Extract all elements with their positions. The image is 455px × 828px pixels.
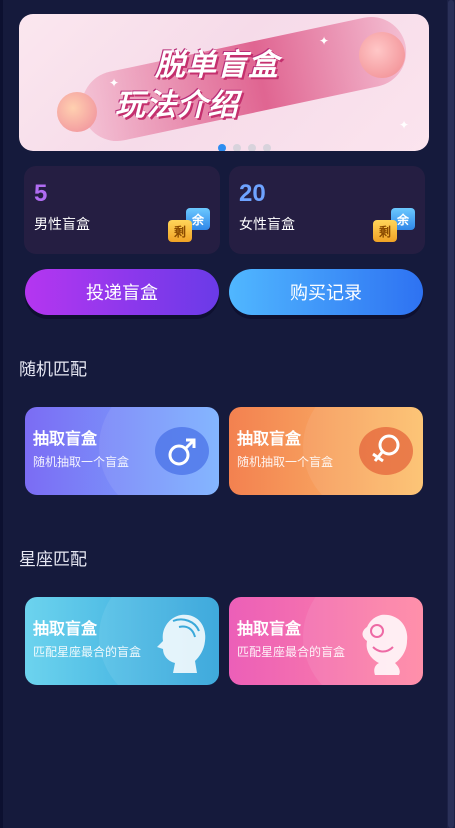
remaining-badge-bottom: 剩	[373, 220, 397, 242]
carousel-dots	[218, 144, 271, 151]
banner-title-line1: 脱单盲盒	[155, 49, 279, 82]
random-match-heading: 随机匹配	[19, 360, 87, 379]
scrollbar-track[interactable]	[447, 0, 455, 828]
draw-card-subtitle: 随机抽取一个盲盒	[33, 455, 130, 469]
draw-male-box-card[interactable]: 抽取盲盒 随机抽取一个盲盒	[25, 407, 219, 495]
left-edge-divider	[0, 0, 3, 828]
draw-card-title: 抽取盲盒	[237, 431, 302, 448]
male-box-stat-card: 5 男性盲盒 余 剩	[24, 166, 220, 254]
male-box-label: 男性盲盒	[34, 216, 90, 232]
carousel-dot[interactable]	[263, 144, 271, 151]
carousel-dot-active[interactable]	[218, 144, 226, 151]
female-box-stat-card: 20 女性盲盒 余 剩	[229, 166, 425, 254]
zodiac-draw-card-female[interactable]: 抽取盲盒 匹配星座最合的盲盒	[229, 597, 423, 685]
remaining-badge-bottom: 剩	[168, 220, 192, 242]
female-profile-icon	[347, 607, 417, 679]
female-box-label: 女性盲盒	[239, 216, 295, 232]
female-symbol-icon	[359, 427, 413, 475]
male-box-count: 5	[34, 180, 48, 207]
scrollbar-thumb[interactable]	[448, 0, 454, 828]
purchase-records-button[interactable]: 购买记录	[229, 269, 423, 315]
draw-card-subtitle: 随机抽取一个盲盒	[237, 455, 334, 469]
planet-icon	[57, 92, 97, 132]
draw-card-title: 抽取盲盒	[33, 621, 98, 638]
carousel-dot[interactable]	[233, 144, 241, 151]
male-symbol-icon	[155, 427, 209, 475]
promo-banner[interactable]: ✦ ✦ ✦ 脱单盲盒 玩法介绍	[19, 14, 429, 151]
deliver-box-button[interactable]: 投递盲盒	[25, 269, 219, 315]
sparkle-icon: ✦	[319, 34, 330, 48]
draw-card-title: 抽取盲盒	[33, 431, 98, 448]
female-box-count: 20	[239, 180, 266, 207]
planet-icon	[359, 32, 405, 78]
male-profile-icon	[143, 607, 213, 679]
draw-card-subtitle: 匹配星座最合的盲盒	[237, 645, 346, 659]
zodiac-match-heading: 星座匹配	[19, 550, 87, 569]
draw-card-subtitle: 匹配星座最合的盲盒	[33, 645, 142, 659]
sparkle-icon: ✦	[399, 118, 410, 132]
app-screen: ✦ ✦ ✦ 脱单盲盒 玩法介绍 5 男性盲盒 余 剩 20 女性盲盒 余 剩 投…	[0, 0, 455, 828]
zodiac-draw-card-male[interactable]: 抽取盲盒 匹配星座最合的盲盒	[25, 597, 219, 685]
draw-female-box-card[interactable]: 抽取盲盒 随机抽取一个盲盒	[229, 407, 423, 495]
banner-title-line2: 玩法介绍	[115, 89, 239, 122]
draw-card-title: 抽取盲盒	[237, 621, 302, 638]
carousel-dot[interactable]	[248, 144, 256, 151]
